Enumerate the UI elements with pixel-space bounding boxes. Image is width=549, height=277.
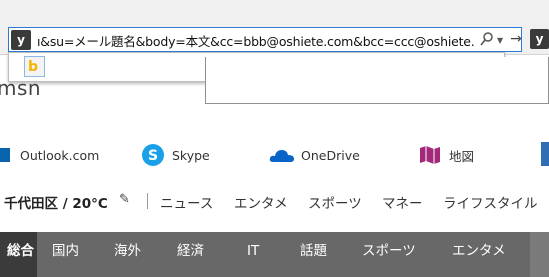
service-partial-tile[interactable]: [541, 142, 549, 166]
service-label: Outlook.com: [20, 147, 100, 163]
subnav-item-entertainment[interactable]: エンタメ: [234, 192, 288, 212]
category-tab-domestic[interactable]: 国内: [52, 232, 79, 277]
services-row: Outlook.com S Skype OneDrive 地図: [0, 138, 549, 172]
category-tab-entertainment[interactable]: エンタメ: [452, 232, 506, 277]
page-search-box[interactable]: [205, 57, 549, 104]
browser-toolbar: y ı&su=メール題名&body=本文&cc=bbb@oshiete.com&…: [0, 0, 549, 55]
category-tab-economy[interactable]: 経済: [177, 232, 204, 277]
map-icon: [417, 142, 443, 168]
service-label: OneDrive: [301, 147, 360, 163]
subnav-item-sports[interactable]: スポーツ: [308, 192, 362, 212]
skype-icon: S: [140, 142, 166, 168]
service-onedrive[interactable]: OneDrive: [269, 138, 360, 172]
address-bar[interactable]: y ı&su=メール題名&body=本文&cc=bbb@oshiete.com&…: [8, 27, 522, 52]
outlook-icon: [0, 142, 14, 168]
address-text: ı&su=メール題名&body=本文&cc=bbb@oshiete.com&bc…: [37, 34, 475, 49]
category-bar: 総合 国内 海外 経済 IT 話題 スポーツ エンタメ: [0, 232, 549, 277]
go-arrow-icon[interactable]: →: [509, 29, 523, 49]
service-label: 地図: [449, 148, 475, 164]
pencil-icon[interactable]: ✎: [119, 192, 130, 207]
divider: [147, 193, 148, 209]
category-tab-it[interactable]: IT: [247, 232, 259, 277]
weather-location[interactable]: 千代田区 / 20°C: [4, 192, 108, 212]
subnav-item-lifestyle[interactable]: ライフスタイル: [443, 192, 538, 212]
service-skype[interactable]: S Skype: [140, 138, 210, 172]
category-tab-world[interactable]: 海外: [114, 232, 141, 277]
subnav-item-news[interactable]: ニュース: [160, 192, 213, 212]
service-label: Skype: [172, 147, 210, 163]
svg-text:S: S: [148, 148, 158, 164]
service-map[interactable]: 地図: [417, 138, 474, 172]
category-tab-partial[interactable]: [530, 232, 549, 277]
address-input[interactable]: ı&su=メール題名&body=本文&cc=bbb@oshiete.com&bc…: [37, 31, 475, 50]
category-tab-sports[interactable]: スポーツ: [362, 232, 416, 277]
service-outlook[interactable]: Outlook.com: [0, 138, 99, 172]
category-tab-active[interactable]: 総合: [0, 232, 37, 277]
chevron-down-icon[interactable]: ▼: [497, 36, 503, 45]
msn-logo[interactable]: msn: [0, 76, 41, 100]
subnav-item-money[interactable]: マネー: [382, 192, 423, 212]
bing-icon[interactable]: b: [24, 56, 45, 77]
category-tab-topics[interactable]: 話題: [300, 232, 327, 277]
site-favicon-icon: y: [11, 30, 31, 50]
onedrive-icon: [269, 142, 295, 168]
search-icon[interactable]: [479, 31, 495, 47]
tab-favicon-icon[interactable]: y: [530, 29, 549, 49]
